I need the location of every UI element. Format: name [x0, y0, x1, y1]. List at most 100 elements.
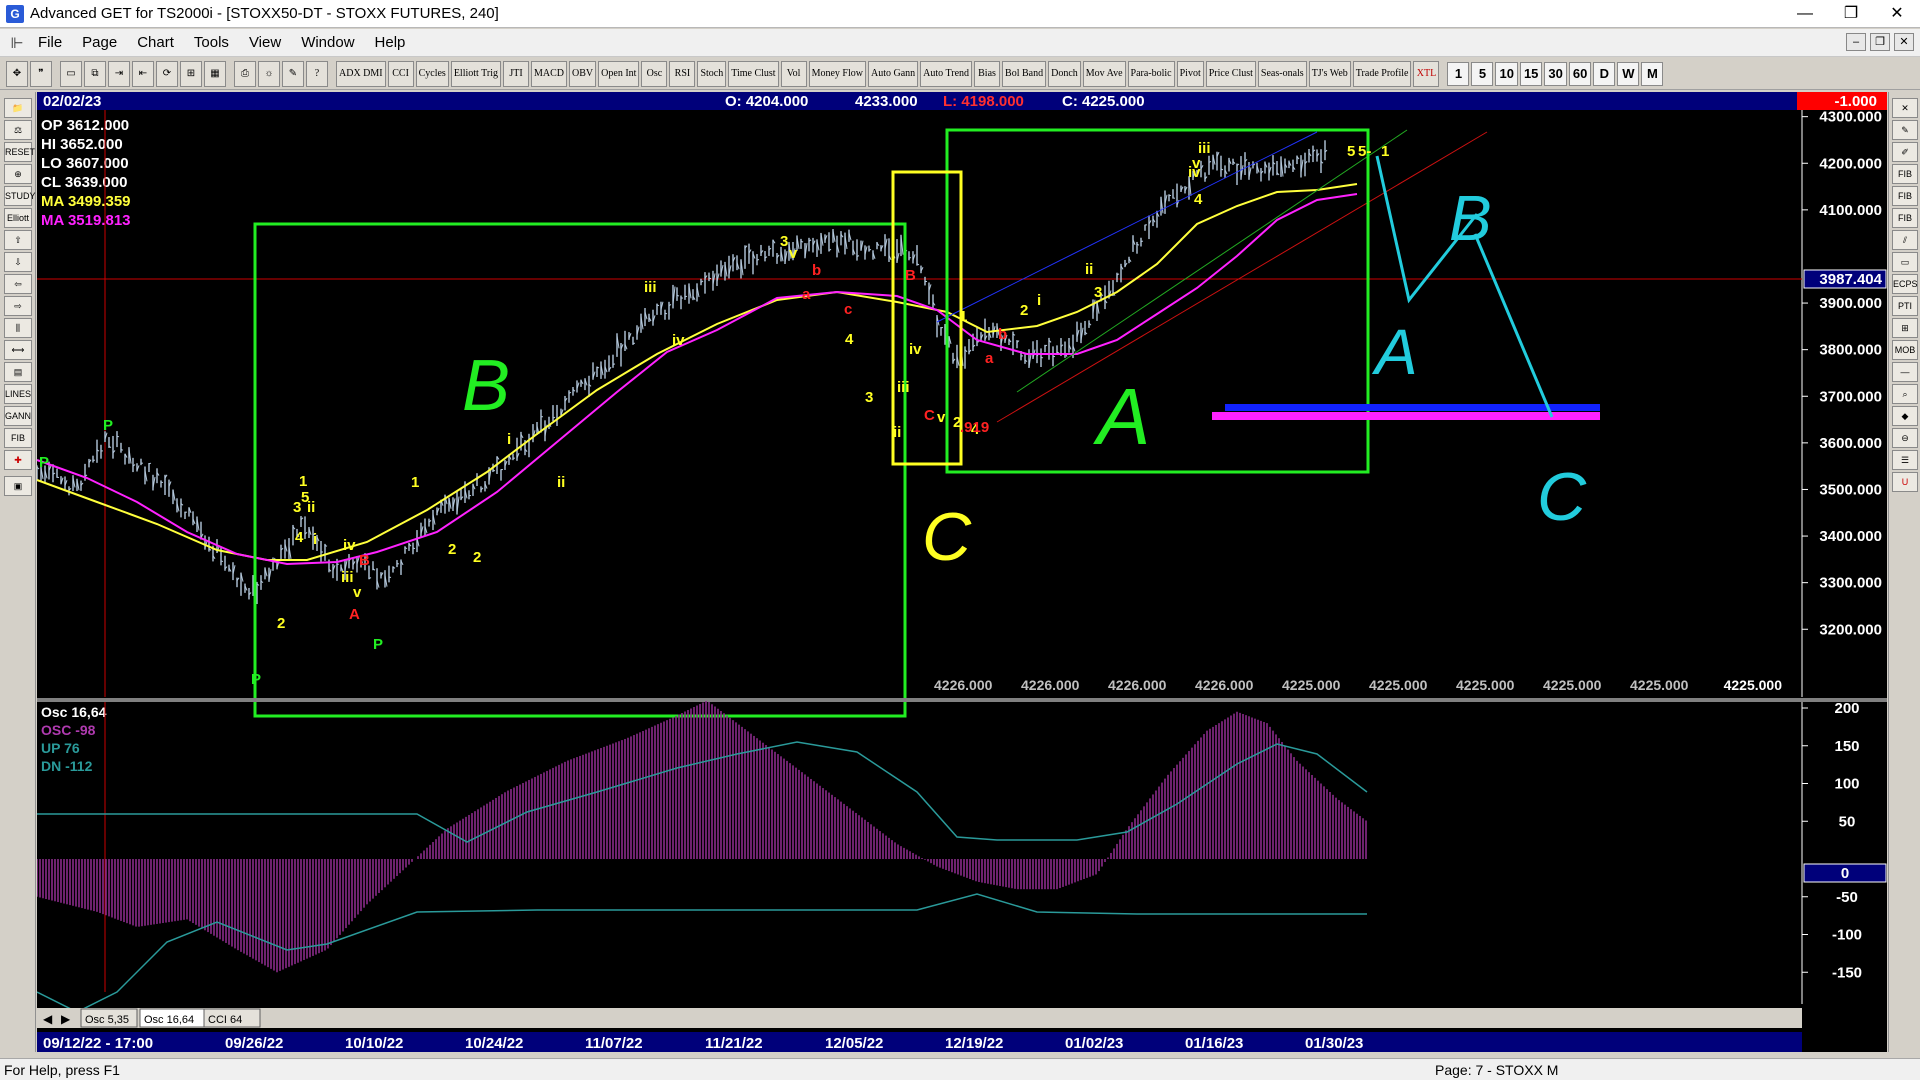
indicator-button-vol[interactable]: Vol: [780, 60, 807, 87]
layout-icon[interactable]: ▦: [204, 60, 226, 87]
panel-divider[interactable]: [37, 698, 1887, 702]
magnify-icon[interactable]: ⌕: [1892, 384, 1918, 404]
indicator-button-price-clust[interactable]: Price Clust: [1205, 60, 1256, 87]
indicator-button-money-flow[interactable]: Money Flow: [808, 60, 866, 87]
help-cursor-icon[interactable]: ?: [306, 60, 328, 87]
paint-icon[interactable]: ✎: [282, 60, 304, 87]
rect-icon[interactable]: ▭: [1892, 252, 1918, 272]
indicator-button-jti[interactable]: JTI: [503, 60, 530, 87]
tool-study[interactable]: STUDY: [4, 186, 36, 206]
prev-icon[interactable]: ⇤: [132, 60, 154, 87]
maximize-button[interactable]: ❐: [1828, 0, 1874, 28]
indicator-button-bol-band[interactable]: Bol Band: [1002, 60, 1047, 87]
tab-scroll-left-icon[interactable]: ◀: [43, 1012, 53, 1026]
tool-fib[interactable]: FIB: [4, 428, 32, 448]
menu-window[interactable]: Window: [291, 34, 364, 51]
list-icon[interactable]: ☰: [1892, 450, 1918, 470]
indicator-button-auto-trend[interactable]: Auto Trend: [920, 60, 973, 87]
indicator-button-osc[interactable]: Osc: [641, 60, 668, 87]
channel-icon[interactable]: ⫽: [1892, 230, 1918, 250]
next-icon[interactable]: ⇥: [108, 60, 130, 87]
tool-lines[interactable]: LINES: [4, 384, 32, 404]
menu-page[interactable]: Page: [72, 34, 127, 51]
indicator-button-auto-gann[interactable]: Auto Gann: [868, 60, 919, 87]
indicator-button-tj-s-web[interactable]: TJ's Web: [1308, 60, 1351, 87]
indicator-button-cycles[interactable]: Cycles: [415, 60, 449, 87]
timeframe-button-60[interactable]: 60: [1568, 61, 1592, 86]
zoom-out-icon[interactable]: ⊖: [1892, 428, 1918, 448]
indicator-button-donch[interactable]: Donch: [1048, 60, 1081, 87]
refresh-icon[interactable]: ⟳: [156, 60, 178, 87]
arrow-right-icon[interactable]: ⇨: [4, 296, 32, 316]
crosshair-icon[interactable]: ✚: [4, 450, 32, 470]
tool-mob[interactable]: MOB: [1892, 340, 1918, 360]
folder-icon[interactable]: 📁: [4, 98, 32, 118]
expand-icon[interactable]: ⟷: [4, 340, 32, 360]
arrow-down-icon[interactable]: ⇩: [4, 252, 32, 272]
grid-icon[interactable]: ⊞: [180, 60, 202, 87]
indicator-button-adx-dmi[interactable]: ADX DMI: [336, 60, 386, 87]
timeframe-button-m[interactable]: M: [1641, 61, 1664, 86]
indicator-button-open-int[interactable]: Open Int: [598, 60, 640, 87]
table-icon[interactable]: ▤: [4, 362, 32, 382]
close-button[interactable]: ✕: [1874, 0, 1920, 28]
tool-pti[interactable]: PTI: [1892, 296, 1918, 316]
timeframe-button-1[interactable]: 1: [1447, 61, 1470, 86]
chart-canvas[interactable]: 02/02/23 O: 4204.000 4233.000 L: 4198.00…: [37, 92, 1887, 1052]
tool-scales-icon[interactable]: ⚖: [4, 120, 32, 140]
tool-fib-time[interactable]: FIB TIME: [1892, 208, 1918, 241]
tool-zoom-icon[interactable]: ⊕: [4, 164, 32, 184]
indicator-button-obv[interactable]: OBV: [569, 60, 597, 87]
indicator-button-cci[interactable]: CCI: [387, 60, 414, 87]
copy-icon[interactable]: ⧉: [84, 60, 106, 87]
timeframe-button-15[interactable]: 15: [1519, 61, 1543, 86]
tab-scroll-right-icon[interactable]: ▶: [61, 1012, 71, 1026]
pencil-icon[interactable]: ✐: [1892, 142, 1918, 162]
mdi-close-button[interactable]: ✕: [1894, 33, 1914, 51]
indicator-button-elliott-trig[interactable]: Elliott Trig: [450, 60, 502, 87]
tool-elliott[interactable]: Elliott: [4, 208, 32, 228]
indicator-button-bias[interactable]: Bias: [974, 60, 1001, 87]
document-icon[interactable]: ⊩: [6, 34, 28, 52]
mdi-minimize-button[interactable]: –: [1846, 33, 1866, 51]
dash-icon[interactable]: —: [1892, 362, 1918, 382]
menu-view[interactable]: View: [239, 34, 291, 51]
bars-icon[interactable]: ⫼: [4, 318, 32, 338]
indicator-button-para-bolic[interactable]: Para-bolic: [1127, 60, 1175, 87]
menu-tools[interactable]: Tools: [184, 34, 239, 51]
timeframe-button-w[interactable]: W: [1617, 61, 1640, 86]
timeframe-button-d[interactable]: D: [1593, 61, 1616, 86]
new-page-icon[interactable]: ▭: [60, 60, 82, 87]
menu-file[interactable]: File: [28, 34, 72, 51]
arrow-left-icon[interactable]: ⇦: [4, 274, 32, 294]
timeframe-button-30[interactable]: 30: [1544, 61, 1567, 86]
indicator-button-macd[interactable]: MACD: [531, 60, 568, 87]
menu-chart[interactable]: Chart: [127, 34, 184, 51]
tool-gann[interactable]: GANN: [4, 406, 32, 426]
idea-icon[interactable]: ☼: [258, 60, 280, 87]
color-icon[interactable]: ◆: [1892, 406, 1918, 426]
delete-icon[interactable]: ✕: [1892, 98, 1918, 118]
indicator-button-mov-ave[interactable]: Mov Ave: [1082, 60, 1126, 87]
template-icon[interactable]: ▣: [4, 476, 32, 496]
pen-icon[interactable]: ✎: [1892, 120, 1918, 140]
minimize-button[interactable]: —: [1782, 0, 1828, 28]
tool-fib-ret[interactable]: FIB RET: [1892, 164, 1918, 197]
timeframe-button-10[interactable]: 10: [1495, 61, 1518, 86]
indicator-button-rsi[interactable]: RSI: [669, 60, 696, 87]
timeframe-button-5[interactable]: 5: [1471, 61, 1494, 86]
pointer-icon[interactable]: ✥: [6, 60, 28, 87]
indicator-button-seas-onals[interactable]: Seas-onals: [1257, 60, 1307, 87]
print-icon[interactable]: ⎙: [234, 60, 256, 87]
grid-small-icon[interactable]: ⊞: [1892, 318, 1918, 338]
indicator-button-stoch[interactable]: Stoch: [697, 60, 727, 87]
tool-ecps[interactable]: ECPS: [1892, 274, 1918, 294]
arrow-up-icon[interactable]: ⇧: [4, 230, 32, 250]
tool-reset[interactable]: RESET: [4, 142, 35, 162]
indicator-button-time-clust[interactable]: Time Clust: [728, 60, 779, 87]
magnet-icon[interactable]: U: [1892, 472, 1918, 492]
indicator-button-pivot[interactable]: Pivot: [1176, 60, 1204, 87]
quote-icon[interactable]: ❞: [30, 60, 52, 87]
indicator-button-trade-profile[interactable]: Trade Profile: [1352, 60, 1412, 87]
tool-fib-ext[interactable]: FIB EXT: [1892, 186, 1918, 219]
